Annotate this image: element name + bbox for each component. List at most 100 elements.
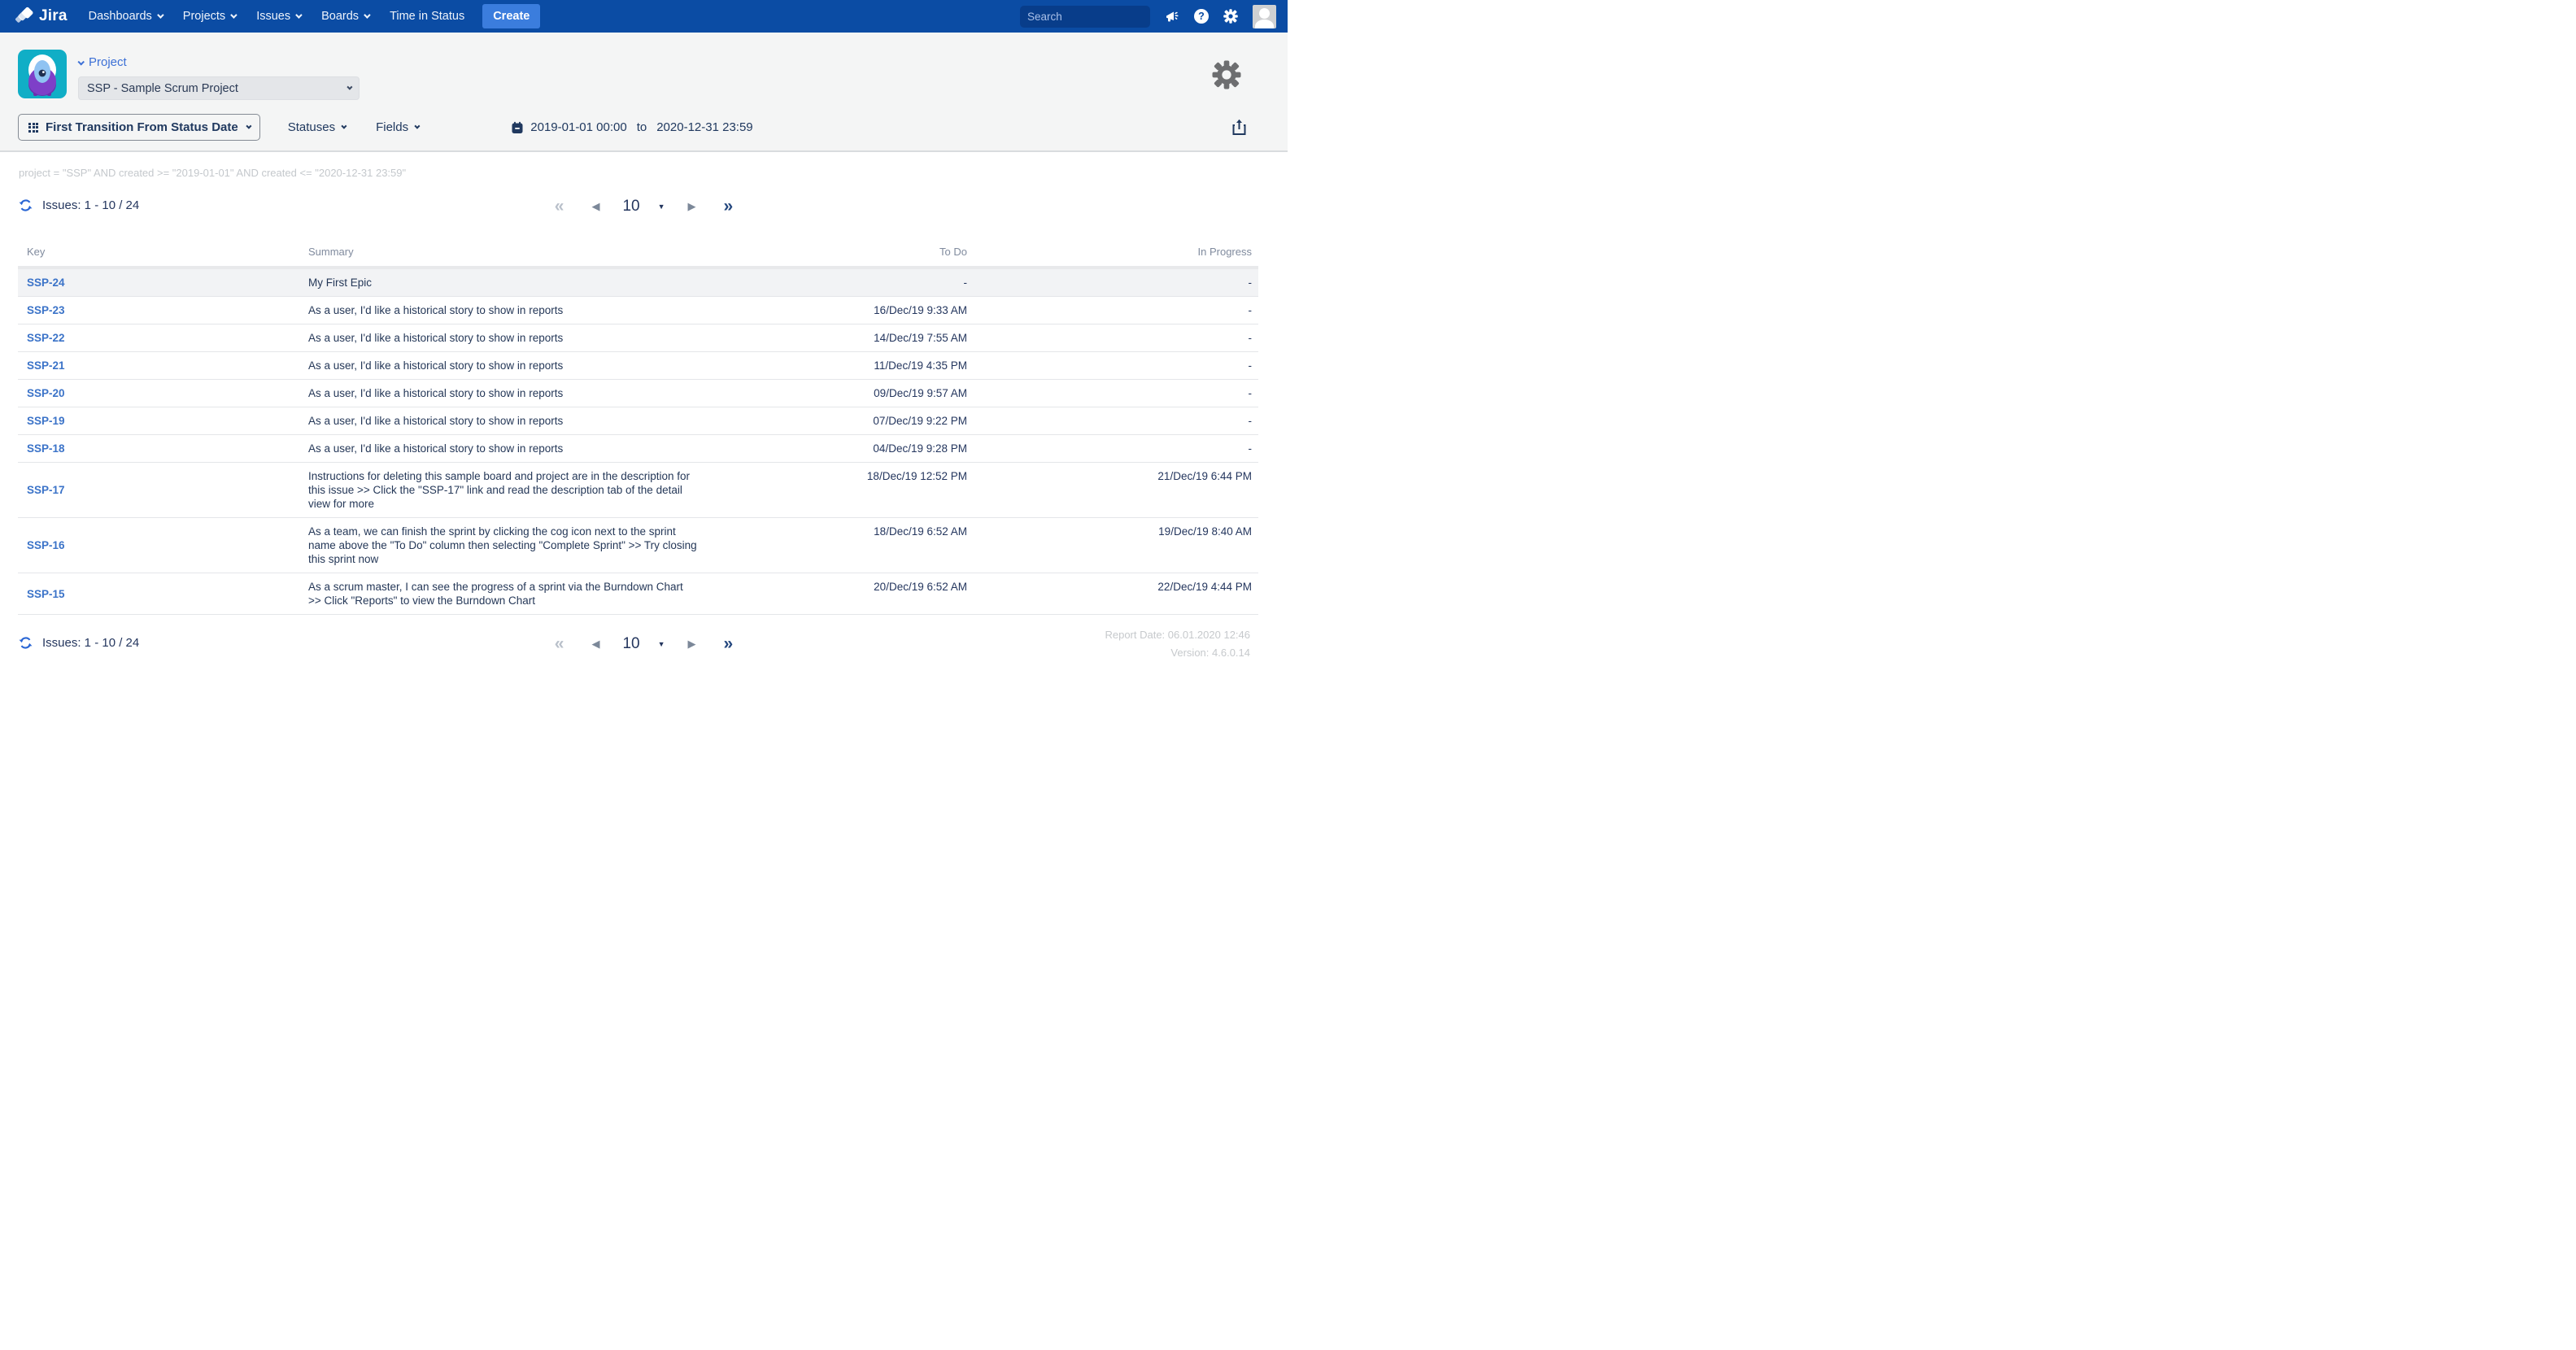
menu-dashboards[interactable]: Dashboards (89, 10, 162, 23)
refresh-icon[interactable] (18, 198, 33, 213)
todo-date: 07/Dec/19 9:22 PM (723, 414, 967, 428)
report-type-dropdown[interactable]: First Transition From Status Date (18, 114, 260, 141)
todo-date: 11/Dec/19 4:35 PM (723, 359, 967, 372)
report-date: Report Date: 06.01.2020 12:46 (1105, 626, 1250, 644)
date-from: 2019-01-01 00:00 (530, 120, 626, 134)
refresh-icon[interactable] (18, 635, 33, 651)
issue-key-link[interactable]: SSP-17 (27, 483, 308, 497)
last-page-icon[interactable]: » (724, 196, 734, 217)
todo-date: 09/Dec/19 9:57 AM (723, 386, 967, 400)
report-version: Version: 4.6.0.14 (1105, 644, 1250, 662)
issue-key-link[interactable]: SSP-18 (27, 442, 308, 455)
issue-summary: As a team, we can finish the sprint by c… (308, 525, 699, 566)
col-header-key[interactable]: Key (27, 246, 308, 258)
project-collapse-toggle[interactable]: Project (78, 55, 360, 69)
pagination-top: « ◀ 10 ▼ ▶ » (555, 196, 733, 217)
search-box[interactable] (1020, 6, 1150, 28)
issue-key-link[interactable]: SSP-16 (27, 538, 308, 552)
table-row: SSP-16As a team, we can finish the sprin… (18, 518, 1258, 573)
create-button[interactable]: Create (482, 4, 540, 28)
issue-key-link[interactable]: SSP-19 (27, 414, 308, 428)
todo-date: 04/Dec/19 9:28 PM (723, 442, 967, 455)
gear-icon[interactable] (1223, 8, 1239, 24)
report-header: Project SSP - Sample Scrum Project (0, 33, 1288, 152)
col-header-inprogress[interactable]: In Progress (967, 246, 1252, 258)
table-row: SSP-24My First Epic-- (18, 269, 1258, 297)
grid-icon (28, 123, 38, 133)
search-input[interactable] (1027, 11, 1171, 23)
menu-boards-label: Boards (321, 10, 359, 23)
in-progress-date: 21/Dec/19 6:44 PM (967, 469, 1252, 511)
issue-key-link[interactable]: SSP-15 (27, 587, 308, 601)
table-body: SSP-24My First Epic--SSP-23As a user, I'… (18, 266, 1258, 615)
issue-key-link[interactable]: SSP-24 (27, 276, 308, 290)
menu-projects[interactable]: Projects (183, 10, 235, 23)
table-row: SSP-21As a user, I'd like a historical s… (18, 352, 1258, 380)
todo-date: 18/Dec/19 6:52 AM (723, 525, 967, 566)
size-caret-icon: ▼ (658, 202, 665, 211)
table-row: SSP-18As a user, I'd like a historical s… (18, 435, 1258, 463)
first-page-icon[interactable]: « (555, 634, 564, 655)
menu-dashboards-label: Dashboards (89, 10, 152, 23)
menu-issues[interactable]: Issues (256, 10, 300, 23)
issue-summary: As a user, I'd like a historical story t… (308, 414, 699, 428)
chevron-down-icon (347, 85, 352, 90)
table-row: SSP-20As a user, I'd like a historical s… (18, 380, 1258, 407)
export-icon (1231, 119, 1247, 136)
first-page-icon[interactable]: « (555, 196, 564, 217)
project-select[interactable]: SSP - Sample Scrum Project (78, 76, 360, 100)
date-range-picker[interactable]: 2019-01-01 00:00 to 2020-12-31 23:59 (511, 120, 752, 134)
menu-time-in-status[interactable]: Time in Status (390, 10, 464, 23)
pagination-bottom: « ◀ 10 ▼ ▶ » (555, 634, 733, 655)
page-size-value: 10 (622, 635, 639, 653)
in-progress-date: - (967, 276, 1252, 290)
size-caret-icon: ▼ (658, 640, 665, 648)
table-header-row: Key Summary To Do In Progress (18, 241, 1258, 266)
chevron-down-icon (230, 11, 237, 18)
col-header-todo[interactable]: To Do (723, 246, 967, 258)
brand-text: Jira (39, 7, 68, 25)
export-button[interactable] (1231, 119, 1247, 136)
table-row: SSP-23As a user, I'd like a historical s… (18, 297, 1258, 324)
menu-issues-label: Issues (256, 10, 290, 23)
table-row: SSP-22As a user, I'd like a historical s… (18, 324, 1258, 352)
chevron-down-icon (341, 124, 347, 129)
next-page-icon[interactable]: ▶ (688, 638, 696, 651)
user-avatar[interactable] (1253, 5, 1276, 28)
statuses-label: Statuses (288, 120, 335, 134)
page-size-select[interactable]: 10 ▼ (622, 198, 665, 216)
project-avatar (18, 50, 67, 98)
navbar-right: ? (1020, 5, 1276, 28)
chevron-down-icon (414, 124, 420, 129)
prev-page-icon[interactable]: ◀ (591, 200, 599, 213)
issues-bar-bottom: Issues: 1 - 10 / 24 « ◀ 10 ▼ ▶ » Report … (0, 633, 1288, 690)
page-size-select[interactable]: 10 ▼ (622, 635, 665, 653)
jira-logo-icon (15, 7, 34, 26)
help-icon[interactable]: ? (1194, 9, 1209, 24)
report-settings-gear-icon[interactable] (1210, 59, 1243, 91)
menu-projects-label: Projects (183, 10, 225, 23)
issue-key-link[interactable]: SSP-20 (27, 386, 308, 400)
fields-label: Fields (376, 120, 408, 134)
megaphone-icon[interactable] (1164, 8, 1180, 24)
page-size-value: 10 (622, 198, 639, 216)
statuses-dropdown[interactable]: Statuses (288, 120, 345, 134)
prev-page-icon[interactable]: ◀ (591, 638, 599, 651)
issues-bar-top: Issues: 1 - 10 / 24 « ◀ 10 ▼ ▶ » (0, 195, 1288, 223)
issue-summary: As a user, I'd like a historical story t… (308, 386, 699, 400)
issues-count-label: Issues: 1 - 10 / 24 (42, 198, 139, 212)
table-row: SSP-17Instructions for deleting this sam… (18, 463, 1258, 518)
col-header-summary[interactable]: Summary (308, 246, 723, 258)
todo-date: 16/Dec/19 9:33 AM (723, 303, 967, 317)
issue-key-link[interactable]: SSP-23 (27, 303, 308, 317)
jira-logo[interactable]: Jira (15, 7, 68, 26)
chevron-down-icon (295, 11, 302, 18)
chevron-down-icon (364, 11, 370, 18)
last-page-icon[interactable]: » (724, 634, 734, 655)
issue-key-link[interactable]: SSP-22 (27, 331, 308, 345)
issue-key-link[interactable]: SSP-21 (27, 359, 308, 372)
fields-dropdown[interactable]: Fields (376, 120, 418, 134)
menu-boards[interactable]: Boards (321, 10, 368, 23)
next-page-icon[interactable]: ▶ (688, 200, 696, 213)
date-to: 2020-12-31 23:59 (656, 120, 752, 134)
